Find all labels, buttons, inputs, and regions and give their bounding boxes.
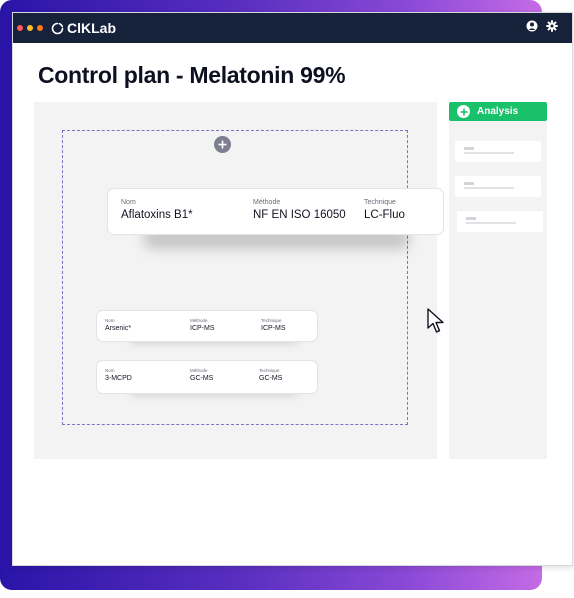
cursor-icon [427,308,444,333]
window-controls [17,25,43,31]
add-analysis-plus-icon[interactable] [214,136,231,153]
control-plan-canvas: Nom Aflatoxins B1* Méthode NF EN ISO 160… [34,102,444,459]
analysis-sidebar: Analysis [449,102,547,459]
add-analysis-label: Analysis [477,106,519,117]
analysis-card[interactable]: Nom Arsenic* Méthode ICP-MS Technique IC… [96,310,318,342]
minimize-dot[interactable] [27,25,33,31]
technique-label: Technique [261,318,282,323]
top-bar: ClKLab [13,13,572,43]
close-dot[interactable] [17,25,23,31]
methode-value: NF EN ISO 16050 [253,209,346,221]
logo-icon [51,22,64,34]
methode-field: Méthode NF EN ISO 16050 [253,199,346,221]
app-window: ClKLab Control plan - Melatonin 99% Nom … [12,12,573,566]
nom-value: 3-MCPD [105,375,132,382]
nom-value: Aflatoxins B1* [121,209,193,221]
analysis-list-item[interactable] [455,141,541,162]
add-analysis-button[interactable]: Analysis [449,102,547,121]
methode-field: Méthode GC-MS [190,368,213,382]
technique-label: Technique [259,368,280,373]
technique-value: LC-Fluo [364,209,405,221]
analysis-card[interactable]: Nom 3-MCPD Méthode GC-MS Technique GC-MS [96,360,318,394]
nom-label: Nom [105,318,115,323]
page-title: Control plan - Melatonin 99% [38,62,346,88]
gear-icon[interactable] [546,20,558,32]
methode-label: Méthode [253,199,281,206]
nom-label: Nom [105,368,115,373]
technique-field: Technique LC-Fluo [364,199,405,221]
technique-value: GC-MS [259,375,283,382]
analysis-list-item[interactable] [455,176,541,197]
app-logo: ClKLab [51,20,116,36]
methode-field: Méthode ICP-MS [190,318,215,332]
nom-field: Nom Arsenic* [105,318,131,332]
analysis-list-item[interactable] [457,211,543,232]
app-name: ClKLab [67,20,116,36]
nom-field: Nom 3-MCPD [105,368,132,382]
nom-value: Arsenic* [105,325,132,332]
methode-value: GC-MS [190,375,214,382]
nom-label: Nom [121,199,136,206]
technique-field: Technique GC-MS [259,368,282,382]
user-icon[interactable] [526,20,538,32]
zoom-dot[interactable] [37,25,43,31]
technique-value: ICP-MS [261,325,286,332]
technique-label: Technique [364,199,396,206]
nom-field: Nom Aflatoxins B1* [121,199,193,221]
methode-value: ICP-MS [190,325,215,332]
methode-label: Méthode [190,368,208,373]
analysis-card[interactable]: Nom Aflatoxins B1* Méthode NF EN ISO 160… [107,188,444,235]
plus-icon [457,105,470,118]
plus-icon [218,140,227,149]
methode-label: Méthode [190,318,208,323]
technique-field: Technique ICP-MS [261,318,286,332]
